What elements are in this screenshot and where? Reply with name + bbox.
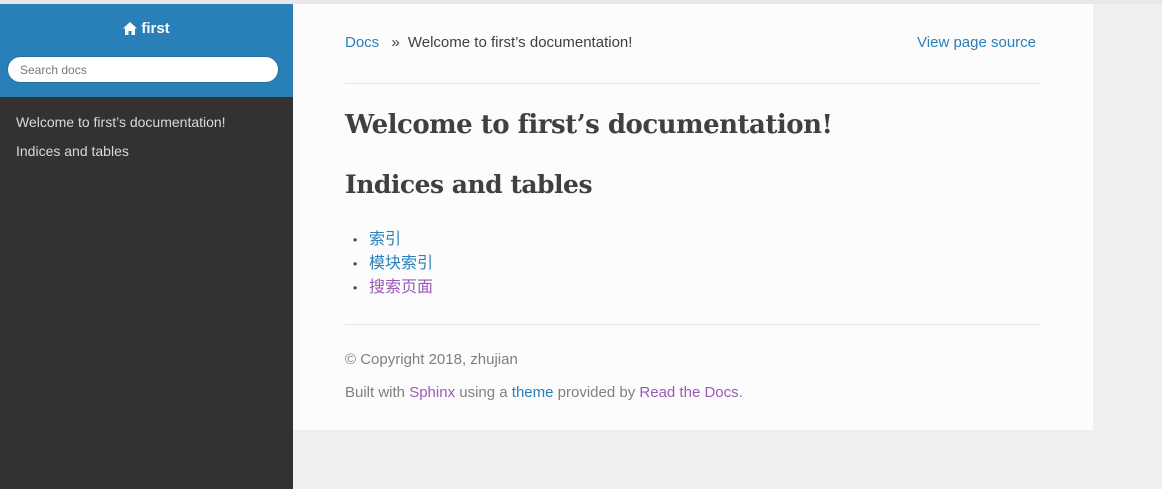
main-content: Docs » Welcome to first’s documentation!… <box>293 4 1093 430</box>
bullet: • <box>353 233 358 247</box>
sphinx-link[interactable]: Sphinx <box>409 384 455 401</box>
search-page-link[interactable]: 搜索页面 <box>369 279 433 296</box>
section-heading: Indices and tables <box>345 170 593 199</box>
view-page-source-link[interactable]: View page source <box>917 34 1036 51</box>
breadcrumb: Docs » Welcome to first’s documentation!… <box>345 34 1041 51</box>
copyright-text: © Copyright 2018, zhujian <box>345 351 518 368</box>
bullet: • <box>353 257 358 271</box>
footer-divider <box>345 324 1041 325</box>
list-item: • 搜索页面 <box>345 276 433 300</box>
breadcrumb-current: Welcome to first’s documentation! <box>407 34 633 51</box>
built-with-text: Built with <box>345 384 406 401</box>
sidebar: first Welcome to first’s documentation! … <box>0 4 293 489</box>
provided-by-text: provided by <box>557 384 636 401</box>
using-a-text: using a <box>459 384 508 401</box>
footer: © Copyright 2018, zhujian Built with Sph… <box>345 350 743 416</box>
sidebar-item-indices-and-tables[interactable]: Indices and tables <box>0 137 293 166</box>
genindex-link[interactable]: 索引 <box>369 231 401 248</box>
breadcrumb-docs-link[interactable]: Docs <box>345 34 379 51</box>
built-with-line: Built with Sphinx using a theme provided… <box>345 383 743 402</box>
modindex-link[interactable]: 模块索引 <box>369 255 433 272</box>
breadcrumb-separator: » <box>391 34 400 51</box>
list-item: • 模块索引 <box>345 252 433 276</box>
read-the-docs-link[interactable]: Read the Docs <box>639 384 738 401</box>
page-title: Welcome to first’s documentation! <box>345 110 833 140</box>
project-home-link[interactable]: first <box>0 20 293 37</box>
search-input[interactable] <box>7 56 279 83</box>
theme-link[interactable]: theme <box>512 384 554 401</box>
header-divider <box>345 83 1041 84</box>
sidebar-header: first <box>0 4 293 97</box>
sidebar-menu: Welcome to first’s documentation! Indice… <box>0 97 293 166</box>
project-title: first <box>141 20 170 37</box>
index-links-list: • 索引 • 模块索引 • 搜索页面 <box>345 228 433 300</box>
list-item: • 索引 <box>345 228 433 252</box>
bullet: • <box>353 281 358 295</box>
sidebar-item-welcome[interactable]: Welcome to first’s documentation! <box>0 108 293 137</box>
footer-period: . <box>738 384 743 401</box>
home-icon <box>123 22 138 35</box>
